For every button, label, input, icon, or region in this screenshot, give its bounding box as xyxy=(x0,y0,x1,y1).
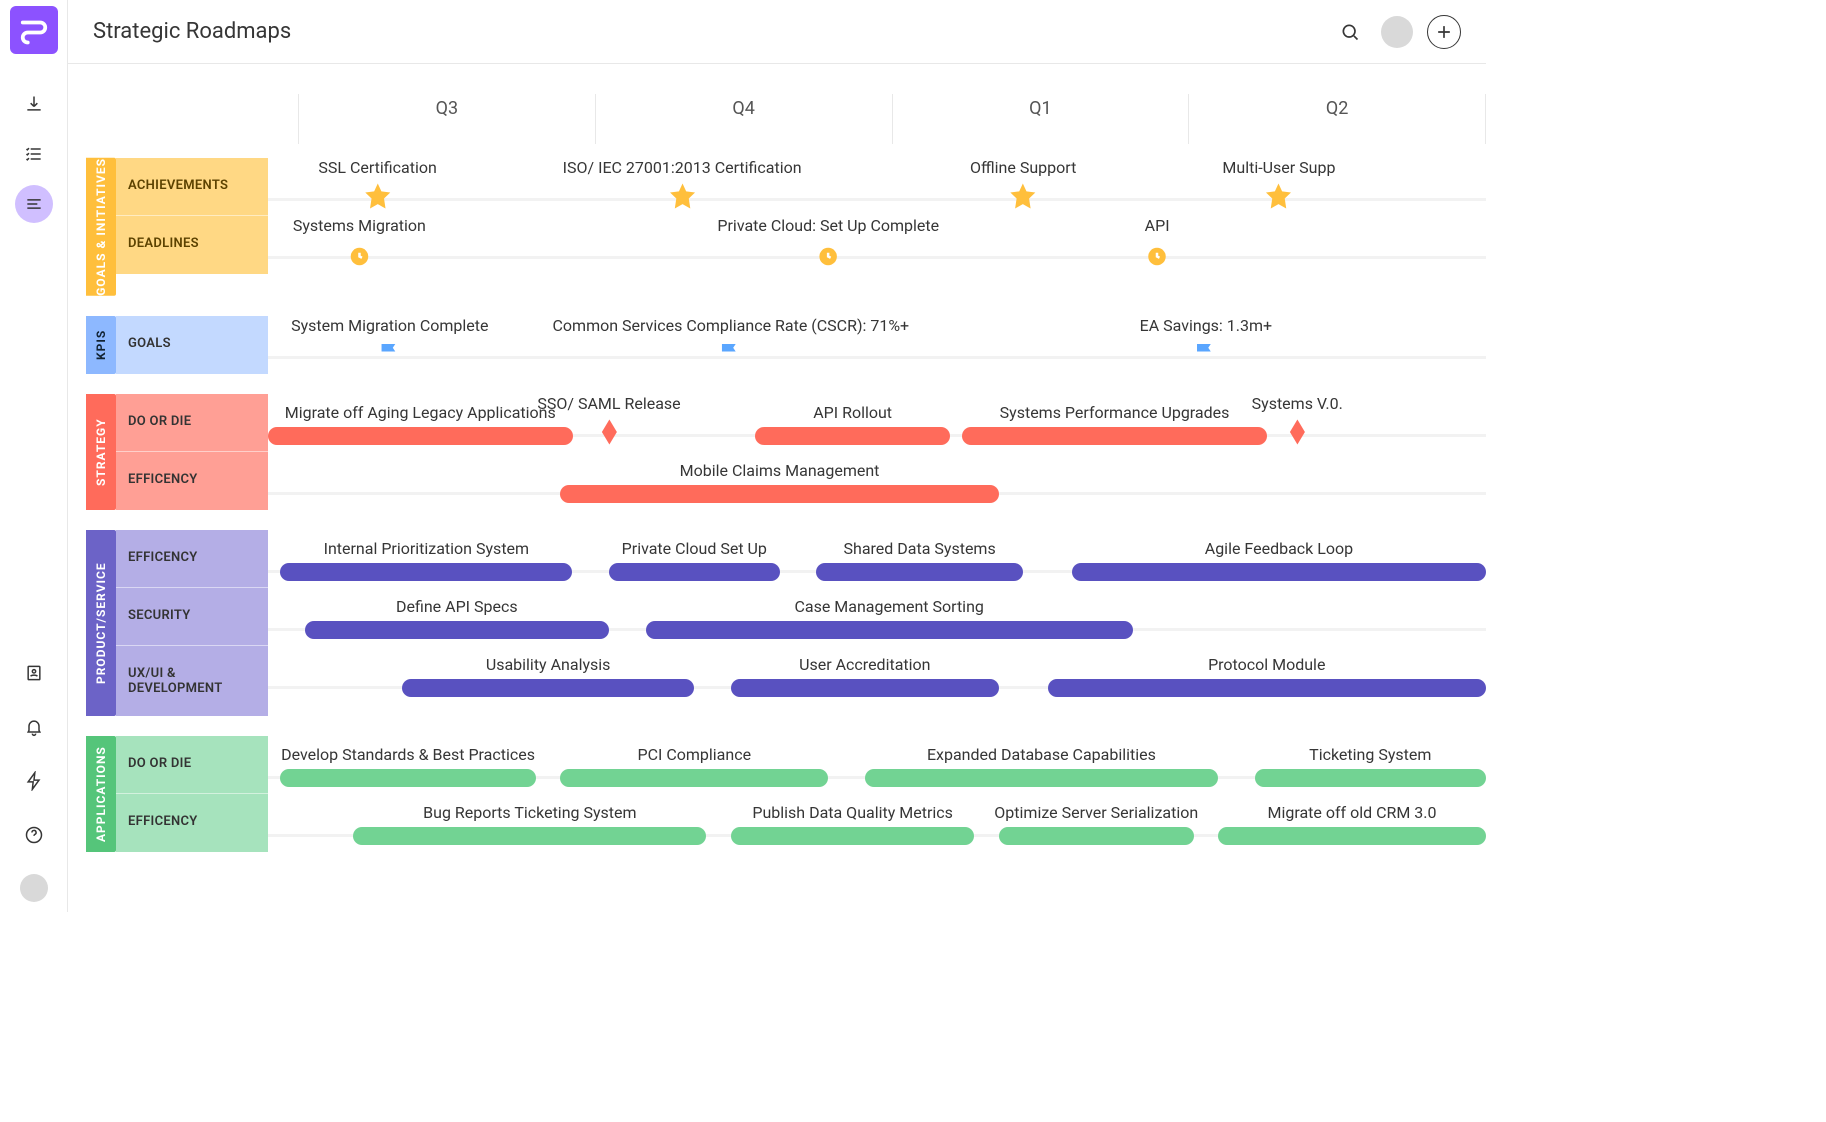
roadmap-bar[interactable]: Case Management Sorting xyxy=(646,621,1133,639)
roadmap-bar[interactable]: API Rollout xyxy=(755,427,950,445)
lane-track[interactable]: Internal Prioritization System Private Cl… xyxy=(268,530,1486,588)
milestone[interactable]: Systems V.0. xyxy=(1252,394,1343,447)
roadmap-bar[interactable]: Migrate off Aging Legacy Applications xyxy=(268,427,573,445)
section-spine: KPIS xyxy=(86,316,116,374)
timeline-header: Q3 Q4 Q1 Q2 xyxy=(68,94,1486,144)
roadmap-bar[interactable]: Shared Data Systems xyxy=(816,563,1023,581)
app-logo[interactable] xyxy=(10,6,58,54)
lane-title: SECURITY xyxy=(116,588,268,646)
bolt-icon[interactable] xyxy=(15,762,53,800)
lane-title: DO OR DIE xyxy=(116,736,268,794)
quarter-label: Q3 xyxy=(298,94,595,144)
lane-track[interactable]: Bug Reports Ticketing System Publish Data… xyxy=(268,794,1486,852)
roadmap-bar[interactable]: Private Cloud Set Up xyxy=(609,563,780,581)
roadmap-bar[interactable]: Protocol Module xyxy=(1048,679,1486,697)
milestone[interactable]: SSO/ SAML Release xyxy=(537,394,680,447)
profile-avatar[interactable] xyxy=(1381,16,1413,48)
lane-track[interactable]: Migrate off Aging Legacy ApplicationsSSO… xyxy=(268,394,1486,452)
lane-track[interactable]: Define API Specs Case Management Sorting xyxy=(268,588,1486,646)
roadmap-bar[interactable]: Publish Data Quality Metrics xyxy=(731,827,975,845)
left-sidebar xyxy=(0,0,68,912)
milestone[interactable]: Systems Migration xyxy=(293,216,426,269)
roadmap-bar[interactable]: Expanded Database Capabilities xyxy=(865,769,1218,787)
lane-title: EFFICENCY xyxy=(116,794,268,852)
lane-track[interactable]: Mobile Claims Management xyxy=(268,452,1486,510)
roadmap-bar[interactable]: PCI Compliance xyxy=(560,769,828,787)
section-spine: GOALS & INITIATIVES xyxy=(86,158,116,296)
roadmap-bar[interactable]: Optimize Server Serialization xyxy=(999,827,1194,845)
quarter-label: Q1 xyxy=(892,94,1189,144)
header: Strategic Roadmaps xyxy=(68,0,1486,64)
roadmap-bar[interactable]: User Accreditation xyxy=(731,679,999,697)
contacts-icon[interactable] xyxy=(15,654,53,692)
milestone[interactable]: ISO/ IEC 27001:2013 Certification xyxy=(563,158,802,211)
lane-title: ACHIEVEMENTS xyxy=(116,158,268,216)
lane-title: DEADLINES xyxy=(116,216,268,274)
section-spine: APPLICATIONS xyxy=(86,736,116,852)
milestone[interactable]: SSL Certification xyxy=(318,158,436,211)
lane-track[interactable]: Systems Migration Private Cloud: Set Up C… xyxy=(268,216,1486,274)
lane-track[interactable]: System Migration Complete Common Services… xyxy=(268,316,1486,374)
roadmap-icon[interactable] xyxy=(15,185,53,223)
milestone[interactable]: Multi-User Supp xyxy=(1222,158,1335,211)
lane-title: DO OR DIE xyxy=(116,394,268,452)
quarter-label: Q4 xyxy=(595,94,892,144)
lane-title: UX/UI & DEVELOPMENT xyxy=(116,646,268,716)
roadmap-bar[interactable]: Ticketing System xyxy=(1255,769,1486,787)
milestone[interactable]: API xyxy=(1142,216,1172,269)
lane-title: EFFICENCY xyxy=(116,530,268,588)
roadmap-section: GOALS & INITIATIVESACHIEVEMENTSSSL Certi… xyxy=(86,158,1486,296)
section-spine: STRATEGY xyxy=(86,394,116,510)
roadmap-bar[interactable]: Agile Feedback Loop xyxy=(1072,563,1486,581)
roadmap-bar[interactable]: Mobile Claims Management xyxy=(560,485,998,503)
lane-title: EFFICENCY xyxy=(116,452,268,510)
milestone[interactable]: Private Cloud: Set Up Complete xyxy=(717,216,939,269)
roadmap-section: KPISGOALS System Migration Complete Common… xyxy=(86,316,1486,374)
roadmap-bar[interactable]: Define API Specs xyxy=(305,621,610,639)
milestone[interactable]: Common Services Compliance Rate (CSCR): … xyxy=(553,316,910,369)
download-icon[interactable] xyxy=(15,85,53,123)
milestone[interactable]: EA Savings: 1.3m+ xyxy=(1140,316,1272,369)
roadmap-bar[interactable]: Develop Standards & Best Practices xyxy=(280,769,536,787)
bell-icon[interactable] xyxy=(15,708,53,746)
lane-track[interactable]: SSL Certification ISO/ IEC 27001:2013 Cer… xyxy=(268,158,1486,216)
roadmap-bar[interactable]: Bug Reports Ticketing System xyxy=(353,827,706,845)
milestone[interactable]: Offline Support xyxy=(970,158,1076,211)
help-icon[interactable] xyxy=(15,816,53,854)
roadmap-bar[interactable]: Migrate off old CRM 3.0 xyxy=(1218,827,1486,845)
quarter-label: Q2 xyxy=(1188,94,1486,144)
roadmap-bar[interactable]: Usability Analysis xyxy=(402,679,694,697)
roadmap-bar[interactable]: Systems Performance Upgrades xyxy=(962,427,1267,445)
milestone[interactable]: System Migration Complete xyxy=(291,316,488,369)
add-button[interactable] xyxy=(1427,15,1461,49)
page-title: Strategic Roadmaps xyxy=(93,19,291,44)
roadmap-section: PRODUCT/SERVICEEFFICENCYInternal Priorit… xyxy=(86,530,1486,716)
list-check-icon[interactable] xyxy=(15,135,53,173)
roadmap-section: APPLICATIONSDO OR DIEDevelop Standards &… xyxy=(86,736,1486,852)
section-spine: PRODUCT/SERVICE xyxy=(86,530,116,716)
lane-track[interactable]: Develop Standards & Best Practices PCI Co… xyxy=(268,736,1486,794)
roadmap-section: STRATEGYDO OR DIEMigrate off Aging Legac… xyxy=(86,394,1486,510)
roadmap-bar[interactable]: Internal Prioritization System xyxy=(280,563,572,581)
avatar[interactable] xyxy=(20,874,48,902)
lane-track[interactable]: Usability Analysis User Accreditation Prot… xyxy=(268,646,1486,716)
roadmap-canvas[interactable]: Q3 Q4 Q1 Q2 GOALS & INITIATIVESACHIEVEME… xyxy=(68,64,1486,912)
search-icon[interactable] xyxy=(1333,15,1367,49)
lane-title: GOALS xyxy=(116,316,268,374)
